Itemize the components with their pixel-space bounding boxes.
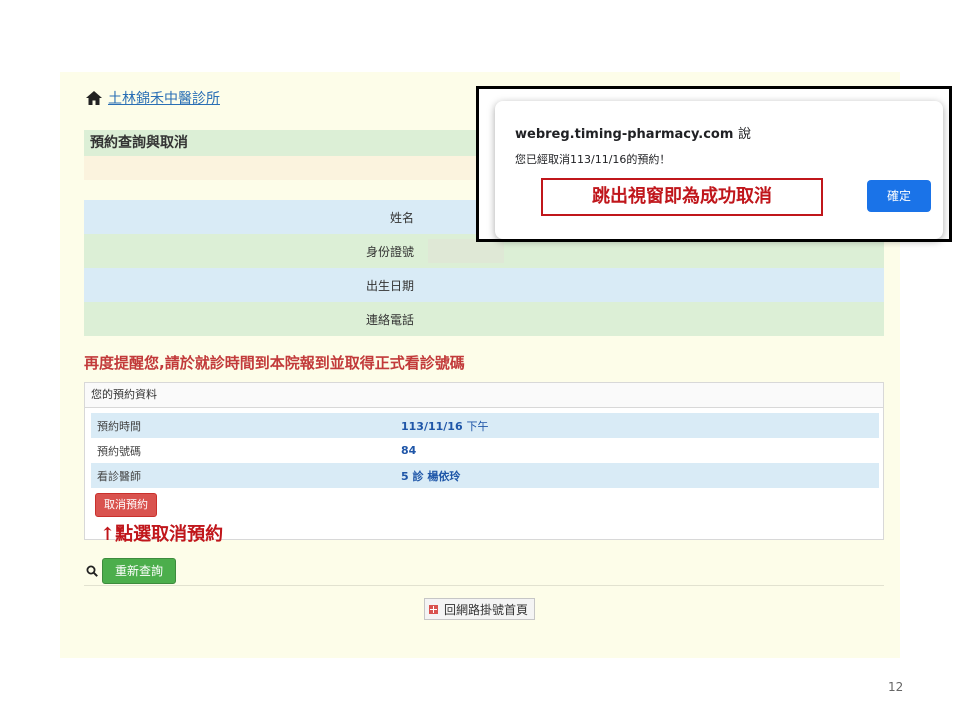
info-label: 姓名: [389, 210, 414, 225]
search-icon: [86, 565, 98, 577]
cancel-instruction-annotation: ↑點選取消預約: [100, 524, 224, 545]
appointment-label: 看診醫師: [97, 469, 141, 483]
cancel-appointment-button[interactable]: 取消預約: [95, 493, 157, 517]
table-row: 看診醫師 5 診 楊依玲: [91, 463, 879, 488]
info-label: 身份證號: [365, 244, 414, 259]
info-label: 出生日期: [365, 278, 414, 293]
back-to-home-button[interactable]: 回網路掛號首頁: [424, 598, 536, 620]
plus-icon: [429, 604, 438, 614]
appointment-number-value: 84: [401, 444, 417, 457]
clinic-header: 土林錦禾中醫診所: [86, 88, 220, 108]
dialog-message: 您已經取消113/11/16的預約！: [515, 153, 671, 166]
appointment-panel-header: 您的預約資料: [85, 383, 883, 408]
dialog-title: webreg.timing-pharmacy.com 說: [515, 127, 751, 142]
requery-button[interactable]: 重新查詢: [102, 558, 177, 584]
reminder-text: 再度提醒您,請於就診時間到本院報到並取得正式看診號碼: [84, 354, 465, 372]
appointment-panel: 您的預約資料 預約時間 113/11/16 下午 預約號碼 84 看診醫師 5 …: [84, 382, 884, 540]
info-row-birthdate: 出生日期: [84, 268, 884, 302]
info-row-phone: 連絡電話: [84, 302, 884, 336]
alert-dialog-highlight: webreg.timing-pharmacy.com 說 您已經取消113/11…: [476, 86, 952, 242]
ok-button[interactable]: 確定: [867, 180, 931, 212]
requery-row: 重新查詢: [86, 558, 177, 584]
appointment-doctor-value: 5 診 楊依玲: [401, 469, 461, 483]
appointment-time-value: 113/11/16 下午: [401, 419, 489, 433]
table-row: 預約時間 113/11/16 下午: [91, 413, 879, 438]
appointment-table: 預約時間 113/11/16 下午 預約號碼 84 看診醫師 5 診 楊依玲: [91, 413, 879, 488]
dialog-success-annotation: 跳出視窗即為成功取消: [541, 178, 823, 216]
clinic-link[interactable]: 土林錦禾中醫診所: [108, 88, 220, 108]
alert-dialog: webreg.timing-pharmacy.com 說 您已經取消113/11…: [495, 101, 943, 239]
slide-page-number: 12: [888, 680, 904, 694]
appointment-label: 預約時間: [97, 419, 141, 433]
appointment-label: 預約號碼: [97, 444, 141, 458]
info-label: 連絡電話: [365, 312, 414, 327]
home-icon[interactable]: [86, 91, 102, 105]
divider: [84, 585, 884, 586]
table-row: 預約號碼 84: [91, 438, 879, 463]
id-masked-field: [428, 239, 504, 263]
back-to-home-label: 回網路掛號首頁: [444, 602, 529, 617]
